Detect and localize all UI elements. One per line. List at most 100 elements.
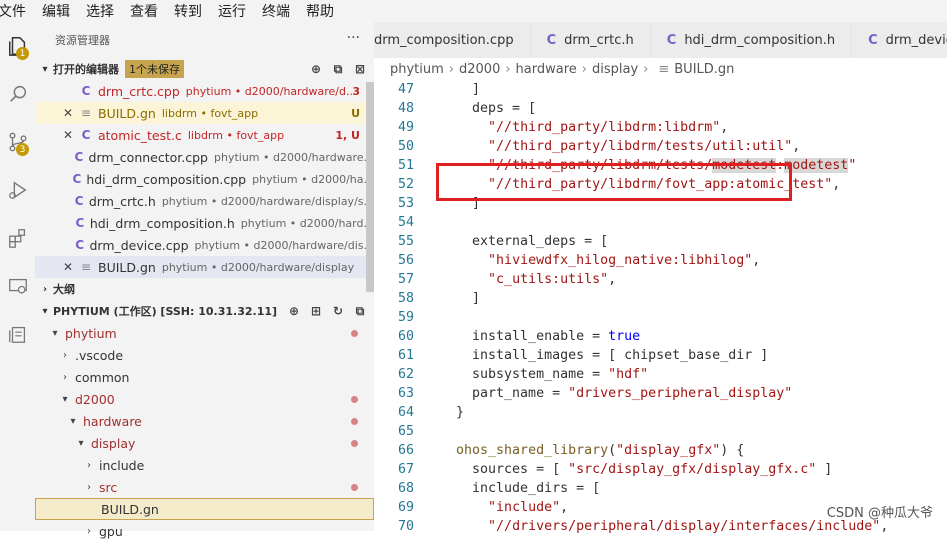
more-actions-icon[interactable]: ···	[347, 30, 360, 46]
tree-item-src[interactable]: › src	[35, 476, 374, 498]
close-icon[interactable]: ✕	[61, 106, 75, 120]
open-editor-item[interactable]: C drm_crtc.h phytium • d2000/hardware/di…	[35, 190, 374, 212]
open-editor-desc: phytium • d2000/hardware/display/s...	[161, 194, 374, 208]
menu-item[interactable]: 文件	[0, 1, 26, 21]
close-icon[interactable]: ✕	[61, 260, 75, 274]
tree-item-label: d2000	[75, 391, 115, 407]
code-text: "hiviewdfx_hilog_native:libhilog",	[488, 253, 761, 268]
sidebar-title-text: 资源管理器	[55, 34, 110, 47]
sidebar-title: 资源管理器 ···	[35, 22, 374, 58]
clipboard-icon[interactable]	[0, 316, 35, 352]
run-debug-icon[interactable]	[0, 172, 35, 208]
tab-label: drm_composition.cpp	[374, 32, 514, 48]
code-text: deps = [	[440, 101, 537, 116]
open-editor-name: drm_crtc.cpp	[98, 83, 180, 99]
tree-item-label: hardware	[83, 413, 142, 429]
open-editor-item[interactable]: ✕ C atomic_test.c libdrm • fovt_app 1, U	[35, 124, 374, 146]
line-number: 47	[397, 82, 414, 97]
breadcrumb-item[interactable]: d2000	[459, 62, 500, 77]
tree-item-include[interactable]: › include	[35, 454, 374, 476]
breadcrumb-item[interactable]: phytium	[390, 62, 444, 77]
source-control-icon[interactable]: 3	[0, 124, 35, 160]
tree-item-gpu[interactable]: › gpu	[35, 520, 374, 542]
tree-item-hardware[interactable]: ▾ hardware	[35, 410, 374, 432]
open-editor-item[interactable]: C drm_connector.cpp phytium • d2000/hard…	[35, 146, 374, 168]
workspace-header[interactable]: ▾ PHYTIUM (工作区) [SSH: 10.31.32.11] ⊕ ⊞ ↻…	[35, 300, 374, 322]
close-icon[interactable]: ✕	[61, 128, 75, 142]
collapse-all-icon[interactable]: ⧉	[352, 303, 368, 319]
open-editor-desc: libdrm • fovt_app	[187, 128, 285, 142]
menu-item[interactable]: 运行	[218, 1, 246, 21]
open-editor-item[interactable]: C hdi_drm_composition.cpp phytium • d200…	[35, 168, 375, 190]
line-number: 69	[397, 500, 414, 515]
menu-item[interactable]: 帮助	[306, 1, 334, 21]
open-editor-status: 1, U	[335, 128, 360, 142]
open-editor-item[interactable]: ✕ ≡ BUILD.gn libdrm • fovt_app U	[35, 102, 374, 124]
sidebar-scrollbar[interactable]	[366, 82, 374, 292]
c-file-icon: C	[81, 84, 91, 98]
close-all-icon[interactable]: ⊠	[352, 61, 368, 77]
refresh-icon[interactable]: ↻	[330, 303, 346, 319]
modified-dot-icon	[351, 395, 358, 403]
remote-explorer-icon[interactable]	[0, 268, 35, 304]
breadcrumb-item[interactable]: hardware	[516, 62, 577, 77]
tree-item-phytium[interactable]: ▾ phytium	[35, 322, 374, 344]
menu-item[interactable]: 选择	[86, 1, 114, 21]
annotation-red-box	[436, 163, 792, 201]
open-editor-name: BUILD.gn	[98, 105, 156, 121]
open-editor-item[interactable]: C hdi_drm_composition.h phytium • d2000/…	[35, 212, 374, 234]
open-editor-name: hdi_drm_composition.h	[89, 215, 235, 231]
code-text: "include",	[488, 500, 569, 515]
open-editor-name: BUILD.gn	[98, 259, 156, 275]
tree-item-label: common	[75, 369, 130, 385]
extensions-icon[interactable]	[0, 220, 35, 256]
chevron-right-icon: ›	[87, 459, 91, 471]
line-number: 48	[397, 101, 414, 116]
menu-item[interactable]: 编辑	[42, 1, 70, 21]
breadcrumb-item[interactable]: display	[592, 62, 638, 77]
explorer-icon[interactable]: 1	[0, 28, 35, 64]
open-editor-desc: phytium • d2000/hard...	[240, 216, 374, 230]
line-number: 49	[397, 120, 414, 135]
tab-drm-crtc-h[interactable]: C drm_crtc.h	[530, 22, 651, 58]
tab-hdi-drm-composition-h[interactable]: C hdi_drm_composition.h	[650, 22, 853, 58]
tree-item-build-gn[interactable]: BUILD.gn	[35, 498, 374, 520]
tab-drm-device[interactable]: C drm_device	[852, 22, 947, 58]
open-editor-desc: phytium • d2000/hardware/d...	[185, 84, 357, 98]
open-editor-item[interactable]: C drm_crtc.cpp phytium • d2000/hardware/…	[35, 80, 374, 102]
code-text: "//third_party/libdrm:libdrm",	[488, 120, 729, 135]
tree-item-label: display	[91, 435, 136, 451]
search-icon[interactable]	[0, 76, 35, 112]
menu-item[interactable]: 转到	[174, 1, 202, 21]
breadcrumb-item[interactable]: BUILD.gn	[674, 62, 734, 77]
save-all-icon[interactable]: ⧉	[330, 61, 346, 77]
code-text: subsystem_name = "hdf"	[440, 367, 649, 382]
c-file-icon: C	[75, 238, 84, 252]
menu-item[interactable]: 终端	[262, 1, 290, 21]
outline-header[interactable]: › 大纲	[35, 278, 374, 300]
open-editor-item[interactable]: C drm_device.cpp phytium • d2000/hardwar…	[35, 234, 374, 256]
new-folder-icon[interactable]: ⊞	[308, 303, 324, 319]
open-editors-header[interactable]: ▾ 打开的编辑器 1个未保存 ⊕ ⧉ ⊠	[35, 58, 374, 80]
chevron-right-icon: ›	[42, 283, 48, 295]
watermark: CSDN @种瓜大爷	[826, 506, 933, 521]
new-file-icon[interactable]: ⊕	[308, 61, 324, 77]
tree-item-common[interactable]: › common	[35, 366, 374, 388]
tab-drm-composition[interactable]: drm_composition.cpp	[374, 22, 531, 58]
code-line: 64 }	[374, 403, 947, 422]
chevron-down-icon: ▾	[78, 437, 84, 449]
tree-item-display[interactable]: ▾ display	[35, 432, 374, 454]
chevron-right-icon: ›	[63, 371, 67, 383]
code-line: 59	[374, 308, 947, 327]
menu-item[interactable]: 查看	[130, 1, 158, 21]
open-editor-name: drm_crtc.h	[88, 193, 156, 209]
open-editor-item[interactable]: ✕ ≡ BUILD.gn phytium • d2000/hardware/dis…	[35, 256, 374, 278]
chevron-down-icon: ▾	[42, 63, 48, 75]
tree-item-label: BUILD.gn	[101, 501, 159, 517]
code-editor[interactable]: 47 ] 48 deps = [49 "//third_party/libdrm:…	[374, 80, 947, 536]
new-file-icon[interactable]: ⊕	[286, 303, 302, 319]
tree-item-d2000[interactable]: ▾ d2000	[35, 388, 374, 410]
tree-item-vscode[interactable]: › .vscode	[35, 344, 374, 366]
line-number: 70	[397, 519, 414, 534]
chevron-right-icon: ›	[581, 61, 587, 77]
